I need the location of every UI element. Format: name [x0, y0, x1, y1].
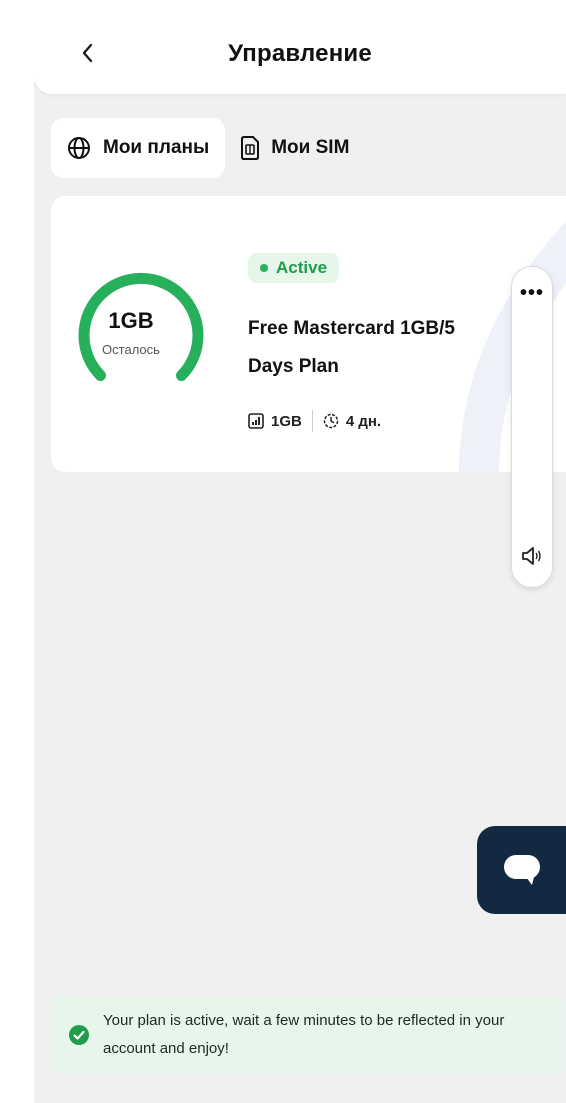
more-options-button[interactable]: •••	[512, 279, 552, 307]
remaining-label: Осталось	[102, 342, 160, 357]
status-dot	[260, 264, 268, 272]
clock-icon	[323, 413, 339, 429]
side-panel: •••	[511, 266, 553, 588]
plan-name: Free Mastercard 1GB/5 Days Plan	[248, 310, 518, 386]
data-amount-icon	[248, 413, 264, 429]
plan-name-line-2: Days Plan	[248, 356, 339, 377]
tab-my-sim[interactable]: Мои SIM	[225, 118, 365, 178]
chat-bubble-icon	[504, 855, 540, 885]
status-text: Active	[276, 258, 328, 277]
tab-my-plans[interactable]: Мои планы	[51, 118, 226, 178]
globe-icon	[68, 137, 90, 159]
volume-button[interactable]	[512, 541, 552, 571]
tab-bar: Мои планы Мои SIM	[51, 118, 365, 178]
top-bar: Управление	[34, 8, 566, 94]
success-toast: Your plan is active, wait a few minutes …	[51, 996, 564, 1074]
meta-divider	[311, 410, 313, 432]
plan-details: 1GB 4 дн.	[248, 410, 381, 432]
app-screen: Управление Мои планы Мои SIM 1GB Осталос…	[34, 8, 566, 1103]
chat-button[interactable]	[477, 826, 566, 914]
plan-card[interactable]: 1GB Осталось Active Free Mastercard 1GB/…	[51, 196, 566, 472]
days-left: 4 дн.	[345, 412, 382, 430]
status-badge: Active	[248, 253, 340, 283]
sim-card-icon	[241, 136, 260, 160]
tab-my-plans-label: Мои планы	[103, 137, 210, 158]
data-amount: 1GB	[271, 412, 302, 430]
check-circle-icon	[69, 1025, 89, 1045]
speaker-icon	[522, 547, 541, 565]
tab-my-sim-label: Мои SIM	[271, 137, 350, 158]
page-title: Управление	[228, 40, 372, 67]
toast-message: Your plan is active, wait a few minutes …	[103, 1012, 505, 1057]
plan-name-line-1: Free Mastercard 1GB/5	[248, 318, 455, 339]
remaining-value: 1GB	[108, 308, 154, 333]
